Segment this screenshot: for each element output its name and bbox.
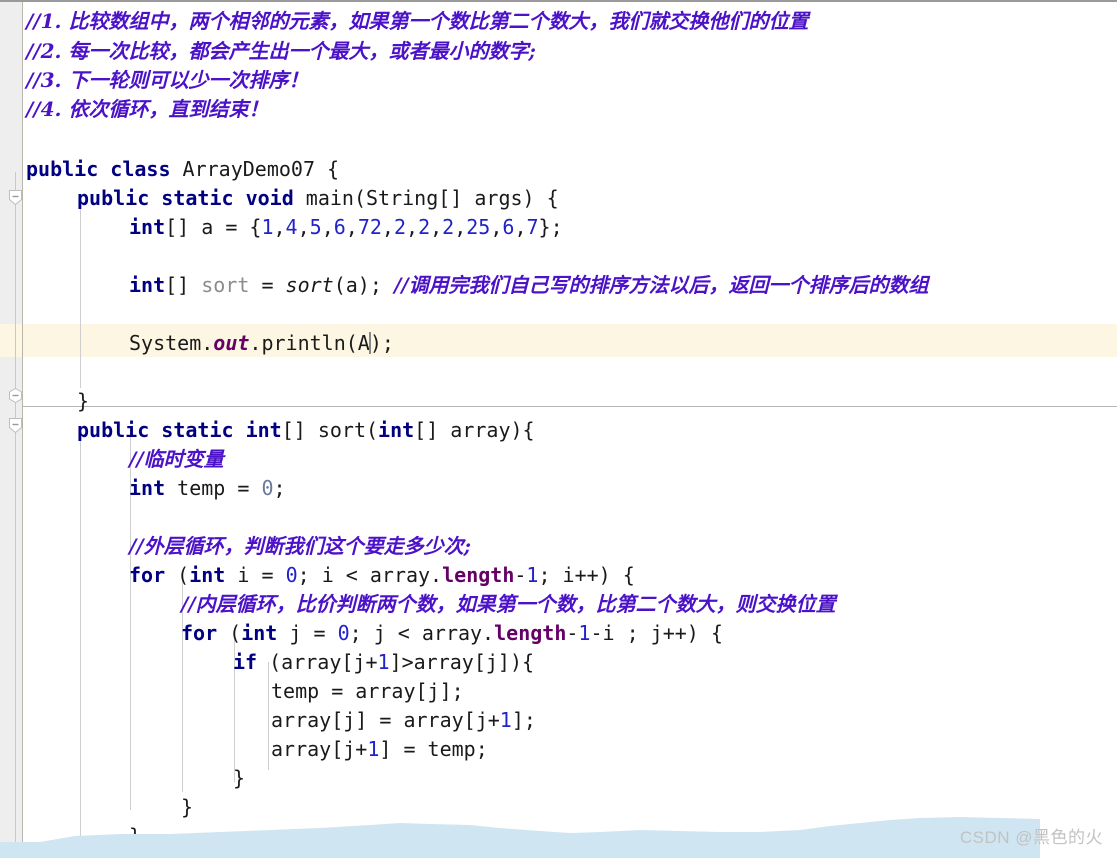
code-line-24[interactable]: temp = array[j]; (271, 676, 464, 706)
keyword-int: int (241, 621, 278, 645)
keyword-int: int (129, 215, 166, 239)
code-line-26[interactable]: array[j+1] = temp; (271, 734, 488, 764)
code-line-10[interactable]: int[] sort = sort(a); //调用完我们自己写的排序方法以后，… (129, 270, 929, 300)
code-line-1[interactable]: //1. 比较数组中，两个相邻的元素，如果第一个数比第二个数大，我们就交换他们的… (26, 6, 808, 36)
method-signature-sort: [] array){ (414, 418, 535, 442)
code-line-22[interactable]: for (int j = 0; j < array.length-1-i ; j… (181, 618, 723, 648)
code-line-28[interactable]: } (181, 792, 193, 822)
keyword-public: public (26, 157, 99, 181)
field-length: length (442, 563, 515, 587)
keyword-if: if (233, 650, 258, 674)
code-line-23[interactable]: if (array[j+1]>array[j]){ (233, 647, 534, 677)
code-line-20[interactable]: for (int i = 0; i < array.length-1; i++)… (129, 560, 635, 590)
class-name-arraydemo07: ArrayDemo07 { (170, 157, 340, 181)
code-editor-screen: //1. 比较数组中，两个相邻的元素，如果第一个数比第二个数大，我们就交换他们的… (0, 0, 1117, 858)
keyword-int: int (245, 418, 282, 442)
keyword-for: for (129, 563, 166, 587)
code-line-7[interactable]: public static void main(String[] args) { (77, 183, 559, 213)
code-line-19[interactable]: //外层循环，判断我们这个要走多少次; (129, 531, 471, 561)
keyword-class: class (110, 157, 171, 181)
code-line-29[interactable]: } (129, 821, 141, 851)
inline-comment: //调用完我们自己写的排序方法以后，返回一个排序后的数组 (393, 273, 929, 297)
variable-sort: sort (201, 273, 250, 297)
keyword-void: void (245, 186, 294, 210)
code-line-3[interactable]: //3. 下一轮则可以少一次排序！ (26, 65, 308, 95)
code-line-14[interactable]: } (77, 386, 89, 416)
code-line-27[interactable]: } (233, 763, 245, 793)
code-content[interactable]: //1. 比较数组中，两个相邻的元素，如果第一个数比第二个数大，我们就交换他们的… (0, 2, 1117, 858)
code-line-4[interactable]: //4. 依次循环，直到结束！ (26, 94, 268, 124)
keyword-static: static (161, 418, 234, 442)
keyword-int: int (189, 563, 226, 587)
method-signature-main: main(String[] args) { (293, 186, 559, 210)
code-line-12[interactable]: System.out.println(A); (129, 328, 394, 358)
keyword-int: int (378, 418, 415, 442)
keyword-for: for (181, 621, 218, 645)
code-line-25[interactable]: array[j] = array[j+1]; (271, 705, 536, 735)
keyword-static: static (161, 186, 234, 210)
keyword-int: int (129, 476, 166, 500)
method-call-sort: sort (285, 273, 334, 297)
code-line-2[interactable]: //2. 每一次比较，都会产生出一个最大，或者最小的数字; (26, 36, 536, 66)
code-line-16[interactable]: //临时变量 (129, 444, 224, 474)
code-line-8[interactable]: int[] a = {1,4,5,6,72,2,2,2,25,6,7}; (129, 212, 563, 242)
code-line-17[interactable]: int temp = 0; (129, 473, 286, 503)
code-line-21[interactable]: //内层循环，比价判断两个数，如果第一个数，比第二个数大，则交换位置 (181, 589, 836, 619)
keyword-public: public (77, 186, 150, 210)
keyword-public: public (77, 418, 150, 442)
code-line-6[interactable]: public class ArrayDemo07 { (26, 154, 339, 184)
csdn-watermark: CSDN @黑色的火 (959, 828, 1103, 847)
field-length: length (494, 621, 567, 645)
code-line-15[interactable]: public static int[] sort(int[] array){ (77, 415, 535, 445)
static-field-out: out (213, 331, 250, 355)
keyword-int: int (129, 273, 166, 297)
